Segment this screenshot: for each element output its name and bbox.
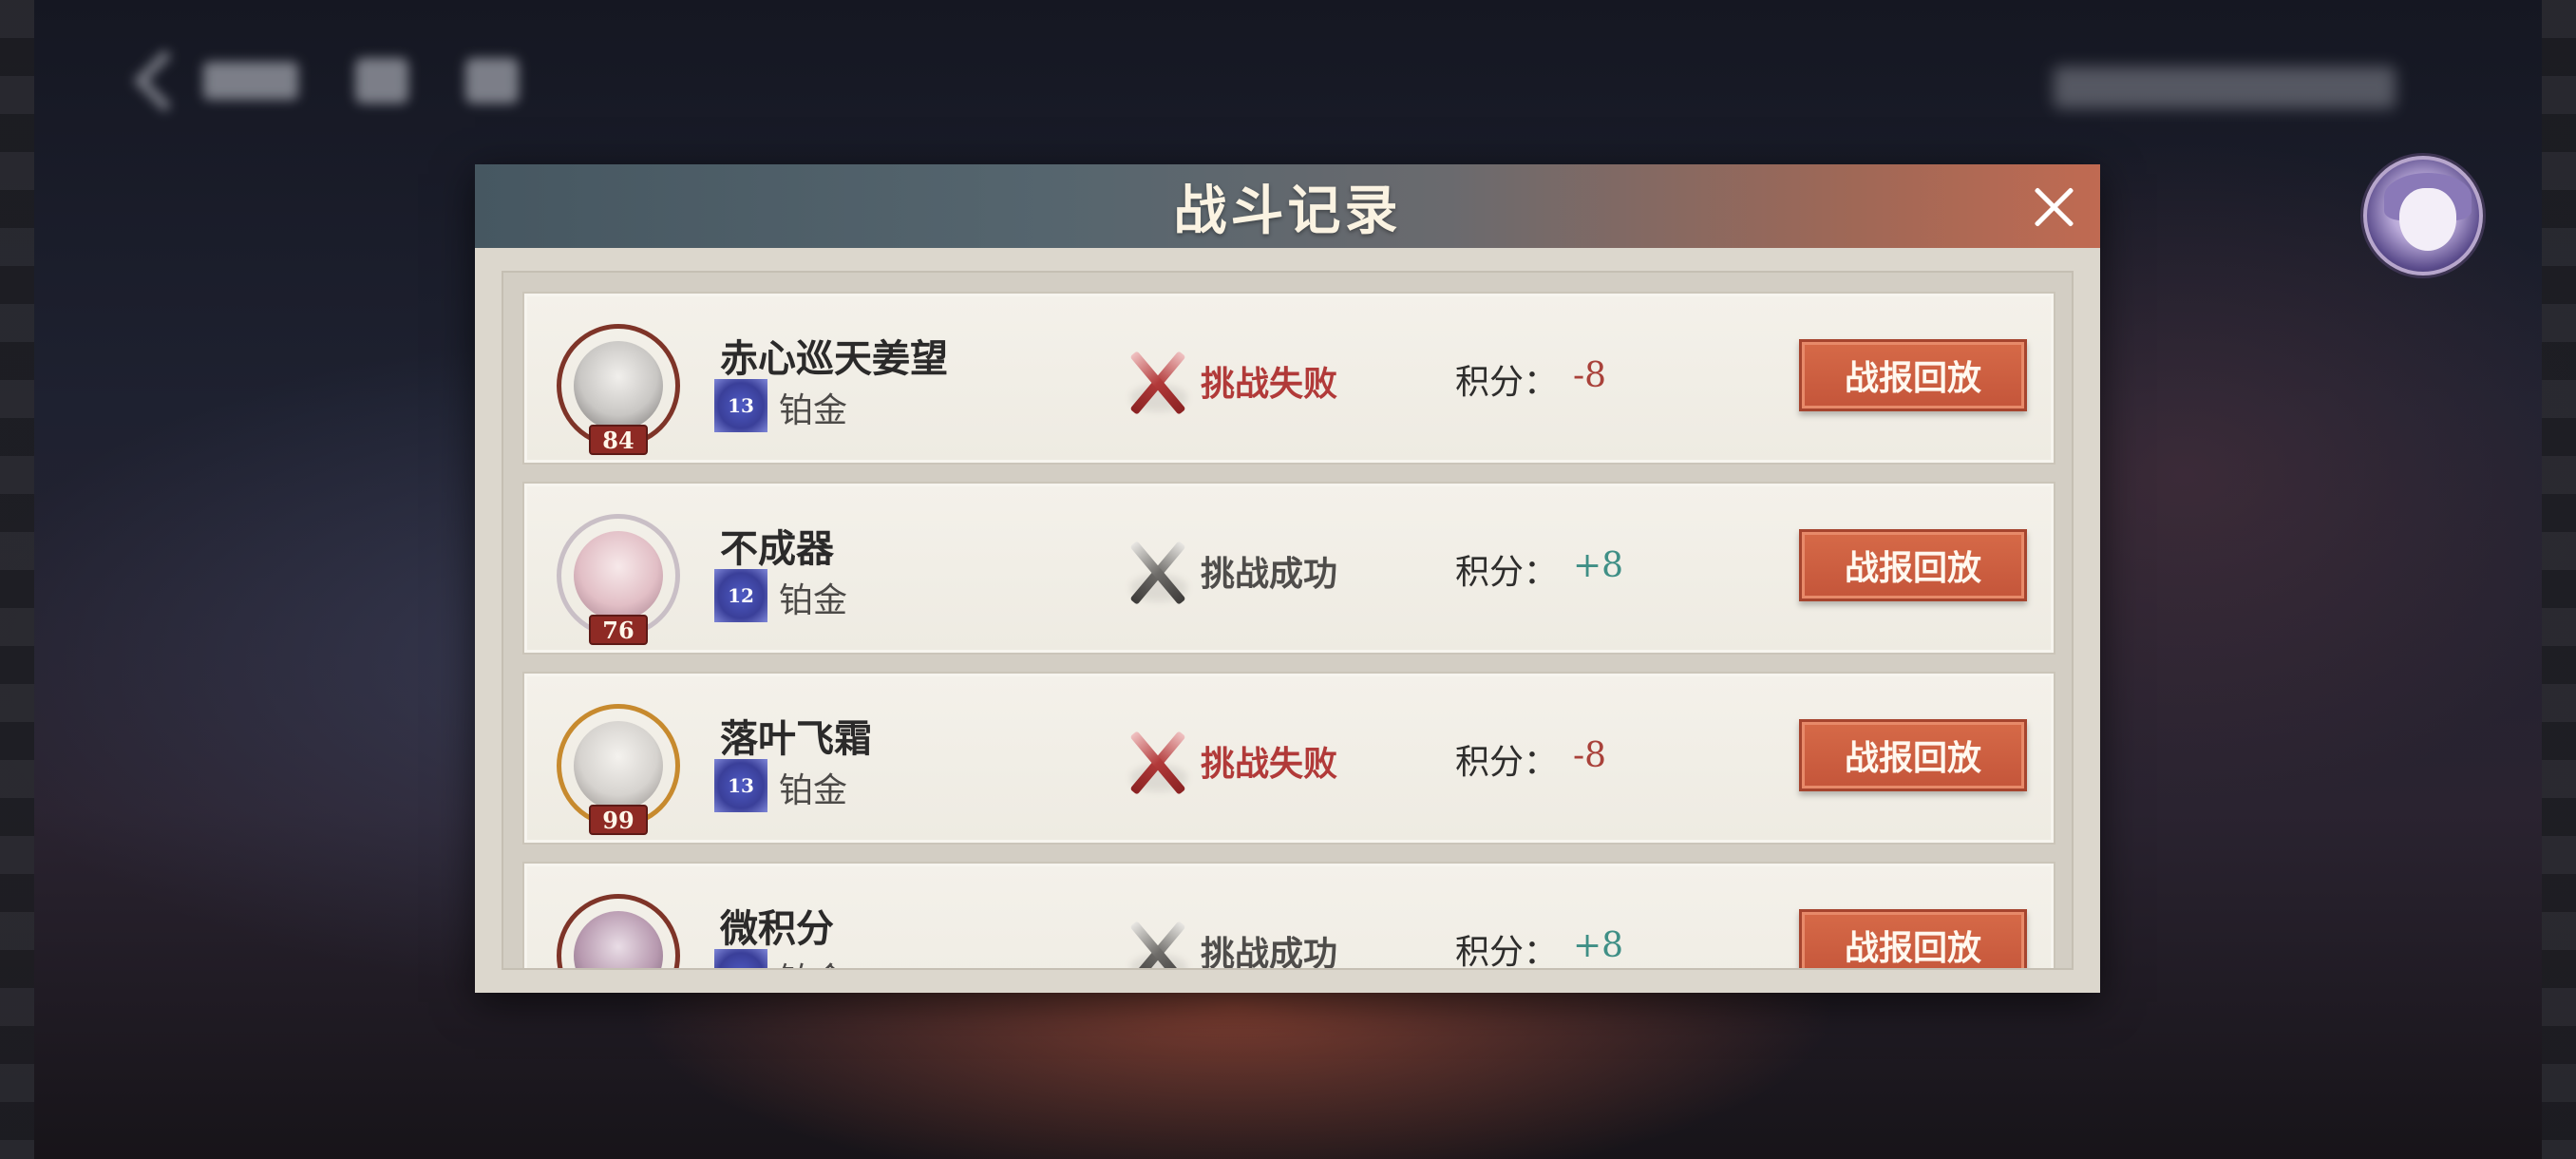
menu-icon [465,58,519,104]
score-value: +8 [1573,926,1624,965]
home-icon [355,58,408,104]
opponent-name: 不成器 [720,526,834,571]
close-icon[interactable] [2032,185,2075,229]
rank-label: 铂金 [779,771,848,810]
record-list[interactable]: 84 赤心巡天姜望 13 铂金 挑战失败 积分： -8 战报回放 76 不成器 … [502,271,2074,970]
crossed-swords-gray-icon [1121,915,1193,968]
modal-header: 战斗记录 [475,164,2100,248]
rank-emblem-icon [714,949,767,968]
back-chevron-icon [133,49,196,112]
opponent-portrait: 84 [557,324,680,455]
opponent-portrait: 76 [557,514,680,645]
left-decor-strip [0,0,34,1159]
record-row: 84 赤心巡天姜望 13 铂金 挑战失败 积分： -8 战报回放 [522,292,2055,465]
right-decor-strip [2542,0,2576,1159]
blurred-top-bar [133,38,519,124]
blurred-resource-bar [2054,66,2396,108]
record-row: 99 落叶飞霜 13 铂金 挑战失败 积分： -8 战报回放 [522,672,2055,845]
avatar-face [2399,188,2456,251]
result-text: 挑战成功 [1201,554,1338,594]
rank-emblem-icon: 13 [714,379,767,432]
result-text: 挑战成功 [1201,934,1338,970]
score-label: 积分： [1455,363,1559,402]
replay-button[interactable]: 战报回放 [1799,719,2027,791]
result-text: 挑战失败 [1201,364,1338,404]
opponent-portrait [557,894,680,968]
rank-emblem-icon: 13 [714,759,767,812]
rank-label: 铂金 [779,581,848,620]
score-value: +8 [1573,546,1624,585]
score-label: 积分： [1455,743,1559,782]
crossed-swords-red-icon [1121,725,1193,801]
back-button [133,49,298,112]
level-badge: 76 [589,615,648,645]
score-label: 积分： [1455,933,1559,970]
battle-record-modal: 战斗记录 84 赤心巡天姜望 13 铂金 挑战失败 积分： -8 战报回放 76… [475,164,2100,993]
score-value: -8 [1573,356,1607,395]
score-label: 积分： [1455,553,1559,592]
opponent-portrait: 99 [557,704,680,835]
opponent-name: 赤心巡天姜望 [720,336,948,381]
record-row: 微积分 铂金 挑战成功 积分： +8 战报回放 [522,862,2055,970]
crossed-swords-gray-icon [1121,535,1193,611]
result-text: 挑战失败 [1201,744,1338,784]
back-label-blurred [203,62,298,100]
record-row: 76 不成器 12 铂金 挑战成功 积分： +8 战报回放 [522,482,2055,655]
opponent-name: 微积分 [720,906,834,951]
replay-button[interactable]: 战报回放 [1799,909,2027,968]
rank-emblem-icon: 12 [714,569,767,622]
level-badge: 99 [589,805,648,835]
rank-label: 铂金 [779,953,847,968]
player-avatar [2363,156,2483,276]
score-value: -8 [1573,736,1607,775]
portrait-ring [557,894,680,968]
replay-button[interactable]: 战报回放 [1799,529,2027,601]
rank-label: 铂金 [779,391,848,430]
crossed-swords-red-icon [1121,345,1193,421]
opponent-name: 落叶飞霜 [720,716,872,761]
replay-button[interactable]: 战报回放 [1799,339,2027,411]
level-badge: 84 [589,425,648,455]
modal-title: 战斗记录 [1173,179,1402,242]
